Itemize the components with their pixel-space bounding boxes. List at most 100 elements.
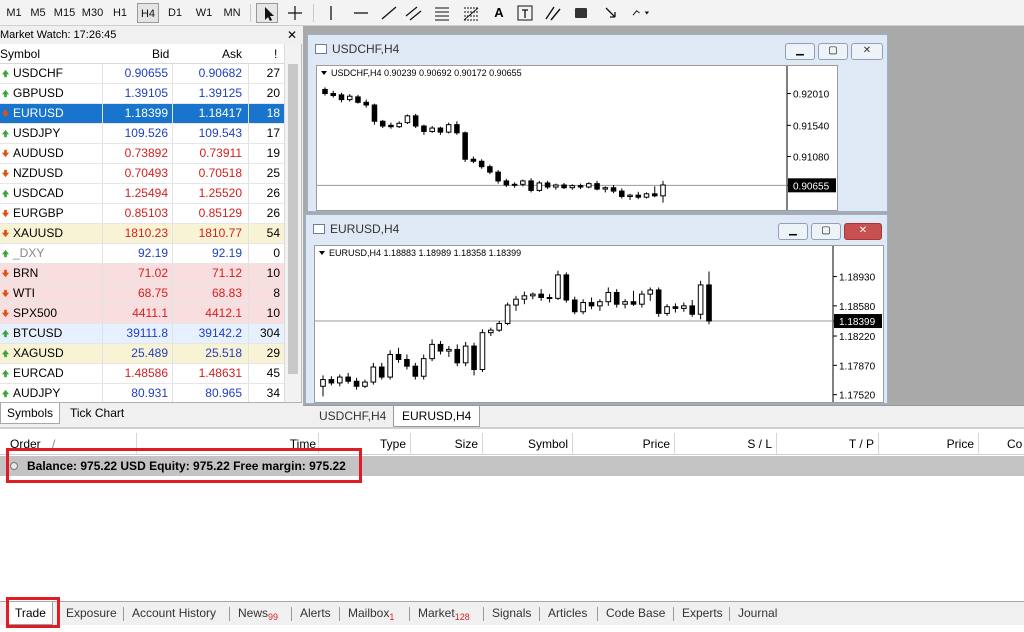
maximize-button[interactable]: ▢ [818,43,848,60]
market-watch-row[interactable]: BTCUSD 39111.8 39142.2 304 [0,324,284,344]
market-watch-row[interactable]: XAGUSD 25.489 25.518 29 [0,344,284,364]
maximize-button[interactable]: ▢ [811,223,841,240]
text-tool-icon[interactable]: A [488,3,510,23]
market-watch-row[interactable]: AUDJPY 80.931 80.965 34 [0,384,284,404]
tab-market[interactable]: Market128 [412,602,476,625]
candle [378,362,385,380]
timeframe-w1-button[interactable]: W1 [192,3,216,23]
minimize-button[interactable]: ▁ [785,43,815,60]
tab-chart-usdchf[interactable]: USDCHF,H4 [311,406,394,427]
column-header-ask[interactable]: Ask [222,44,242,64]
more-objects-dropdown-icon[interactable] [630,3,660,23]
candle [697,280,704,320]
tab-mailbox[interactable]: Mailbox1 [342,602,400,625]
market-watch-row[interactable]: SPX500 4411.1 4412.1 10 [0,304,284,324]
candle [412,113,419,129]
current-price-label: 1.18399 [839,317,876,328]
tab-journal[interactable]: Journal [732,602,783,625]
column-header-symbol[interactable]: Symbol [482,433,570,455]
rectangle-tool-icon[interactable] [570,3,592,23]
tab-articles[interactable]: Articles [542,602,593,625]
market-watch-row[interactable]: EURGBP 0.85103 0.85129 26 [0,204,284,224]
market-watch-row[interactable]: XAUUSD 1810.23 1810.77 54 [0,224,284,244]
tab-experts[interactable]: Experts [676,602,729,625]
market-watch-row[interactable]: AUDUSD 0.73892 0.73911 19 [0,144,284,164]
candle [536,180,543,192]
timeframe-m1-button[interactable]: M1 [2,3,26,23]
timeframe-m5-button[interactable]: M5 [26,3,50,23]
candle-body [487,166,493,173]
timeframe-d1-button[interactable]: D1 [164,3,186,23]
column-header-current-price[interactable]: Price [878,433,976,455]
trendline-tool-icon[interactable] [378,3,400,23]
vertical-line-tool-icon[interactable] [320,3,342,23]
timeframe-m15-button[interactable]: M15 [51,3,78,23]
tab-news[interactable]: News99 [232,602,284,625]
close-icon[interactable]: ✕ [287,27,297,43]
tab-signals[interactable]: Signals [486,602,537,625]
tab-exposure[interactable]: Exposure [60,602,123,625]
market-watch-row[interactable]: USDJPY 109.526 109.543 17 [0,124,284,144]
market-watch-row[interactable]: EURCAD 1.48586 1.48631 45 [0,364,284,384]
market-watch-row[interactable]: USDCHF 0.90655 0.90682 27 [0,64,284,84]
candle-body [630,301,637,305]
timeframe-h1-button[interactable]: H1 [109,3,131,23]
tab-separator [483,607,484,621]
candle [353,377,360,390]
timeframe-mn-button[interactable]: MN [220,3,244,23]
market-watch-row[interactable]: EURUSD 1.18399 1.18417 18 [0,104,284,124]
horizontal-line-tool-icon[interactable] [350,3,372,23]
arrow-down-icon [1,109,10,118]
symbol-name: _DXY [13,246,45,260]
tab-chart-eurusd[interactable]: EURUSD,H4 [393,406,481,427]
column-header-size[interactable]: Size [410,433,480,455]
column-header-price[interactable]: Price [572,433,672,455]
timeframe-m30-button[interactable]: M30 [79,3,106,23]
timeframe-h4-button[interactable]: H4 [137,3,159,23]
price-chart-eurusd[interactable]: 1.18930 1.18580 1.18220 1.17870 1.17520 1.183… [314,245,884,403]
chart-window-eurusd[interactable]: EURUSD,H4 ▁ ▢ ✕ 1.18930 1.18580 1.18220 1.1… [305,214,888,404]
arrows-tool-icon[interactable] [600,3,622,23]
shapes-tool-icon[interactable] [542,3,564,23]
column-header-symbol[interactable]: Symbol [0,44,40,64]
column-header-commission[interactable]: Co [978,433,1024,455]
channel-tool-icon[interactable] [403,3,425,23]
tab-alerts[interactable]: Alerts [294,602,337,625]
column-header-spread[interactable]: ! [274,44,277,64]
tab-code-base[interactable]: Code Base [600,602,671,625]
column-header-bid[interactable]: Bid [152,44,169,64]
column-header-take-profit[interactable]: T / P [776,433,876,455]
column-header-stop-loss[interactable]: S / L [674,433,774,455]
candle-body [478,160,485,168]
market-watch-row[interactable]: WTI 68.75 68.83 8 [0,284,284,304]
cursor-tool-icon[interactable] [256,3,278,23]
market-watch-scrollbar[interactable] [284,44,301,404]
fibonacci-tool-icon[interactable] [460,3,482,23]
minimize-button[interactable]: ▁ [778,223,808,240]
market-watch-row[interactable]: BRN 71.02 71.12 10 [0,264,284,284]
candle-body [647,289,654,295]
market-watch-row[interactable]: _DXY 92.19 92.19 0 [0,244,284,264]
close-button[interactable]: ✕ [844,223,882,240]
tab-account-history[interactable]: Account History [126,602,222,625]
market-watch-row[interactable]: GBPUSD 1.39105 1.39125 20 [0,84,284,104]
chart-window-usdchf[interactable]: USDCHF,H4 ▁ ▢ ✕ 0.92010 0.91540 0.91080 0.9… [307,34,888,212]
bid-price: 1810.23 [102,224,170,243]
close-button[interactable]: ✕ [851,43,883,60]
tab-label: Signals [492,606,532,620]
candle-body [429,127,435,132]
dropdown-triangle-icon [319,251,325,255]
tab-tick-chart[interactable]: Tick Chart [64,403,130,424]
market-watch-row[interactable]: NZDUSD 0.70493 0.70518 25 [0,164,284,184]
tab-symbols[interactable]: Symbols [0,403,61,424]
candle-body [445,124,452,133]
tab-separator [673,607,674,621]
candle [655,287,662,317]
price-chart-usdchf[interactable]: 0.92010 0.91540 0.91080 0.90655 USDCHF,H4 0.… [316,65,838,211]
crosshair-tool-icon[interactable] [284,3,306,23]
text-label-tool-icon[interactable] [514,3,536,23]
candle-body [681,305,687,309]
grid-tool-icon[interactable] [431,3,453,23]
market-watch-row[interactable]: USDCAD 1.25494 1.25520 26 [0,184,284,204]
scrollbar-thumb[interactable] [288,64,298,374]
